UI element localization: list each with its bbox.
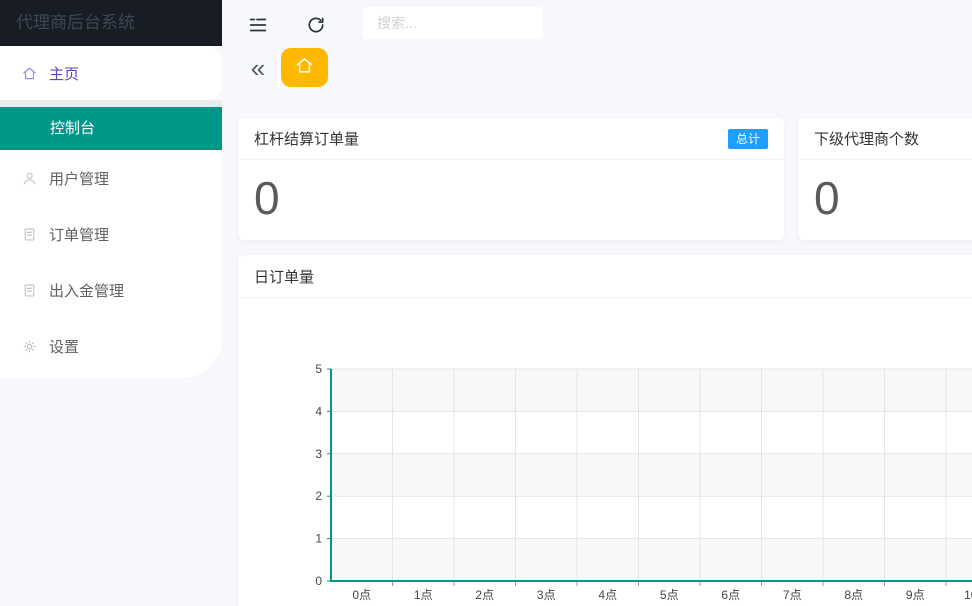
search-input[interactable] bbox=[363, 7, 543, 39]
svg-text:5: 5 bbox=[315, 362, 322, 376]
stat-card-leverage-orders: 杠杆结算订单量 总计 0 bbox=[238, 118, 784, 240]
svg-text:5点: 5点 bbox=[660, 588, 679, 602]
svg-text:0点: 0点 bbox=[352, 588, 371, 602]
sidebar-item-label: 主页 bbox=[49, 65, 80, 83]
sidebar-item-users[interactable]: 用户管理 bbox=[0, 150, 222, 206]
daily-orders-card: 日订单量 0 1 2 3 4 5 0点 1点 2点 3点 4点 5点 6点 7点 8点 9点 10点 bbox=[238, 255, 972, 606]
daily-orders-chart: 0 1 2 3 4 5 0点 1点 2点 3点 4点 5点 6点 7点 8点 9点 10点 bbox=[315, 362, 972, 602]
refresh-icon[interactable] bbox=[304, 13, 328, 37]
card-header: 杠杆结算订单量 总计 bbox=[238, 118, 784, 160]
home-icon bbox=[294, 55, 315, 81]
svg-text:4点: 4点 bbox=[598, 588, 617, 602]
chart-title: 日订单量 bbox=[254, 268, 315, 286]
svg-text:8点: 8点 bbox=[844, 588, 863, 602]
svg-text:2点: 2点 bbox=[475, 588, 494, 602]
card-value: 0 bbox=[254, 172, 280, 224]
svg-text:0: 0 bbox=[315, 574, 322, 588]
sidebar-item-label: 控制台 bbox=[50, 120, 96, 137]
svg-text:10点: 10点 bbox=[964, 588, 972, 602]
sidebar-item-settings[interactable]: 设置 bbox=[0, 318, 222, 374]
sidebar-separator bbox=[0, 100, 222, 107]
home-tab-button[interactable] bbox=[281, 48, 328, 87]
svg-text:2: 2 bbox=[315, 489, 322, 503]
sidebar-item-home[interactable]: 主页 bbox=[0, 46, 222, 100]
svg-text:6点: 6点 bbox=[721, 588, 740, 602]
sidebar-item-orders[interactable]: 订单管理 bbox=[0, 206, 222, 262]
sidebar-menu-card: 控制台 用户管理 订单管理 出入金管理 设置 bbox=[0, 107, 222, 378]
collapse-tabs-icon[interactable]: « bbox=[243, 51, 273, 85]
tabbar-separator bbox=[278, 48, 280, 88]
document-icon bbox=[21, 282, 38, 299]
screen: 代理商后台系统 主页 控制台 用户管理 订单管理 出入金管理 设置 搜索... … bbox=[0, 0, 972, 606]
stat-card-sub-agents: 下级代理商个数 0 bbox=[798, 118, 972, 240]
total-badge: 总计 bbox=[727, 128, 768, 149]
svg-text:7点: 7点 bbox=[783, 588, 802, 602]
user-icon bbox=[21, 170, 38, 187]
sidebar-home-card: 主页 bbox=[0, 46, 222, 100]
collapse-menu-icon[interactable] bbox=[246, 13, 270, 37]
home-icon bbox=[21, 65, 38, 82]
card-header: 下级代理商个数 bbox=[798, 118, 972, 160]
sidebar-item-label: 出入金管理 bbox=[49, 282, 125, 300]
card-title: 下级代理商个数 bbox=[814, 131, 920, 148]
sidebar-item-label: 设置 bbox=[49, 338, 80, 356]
svg-text:1: 1 bbox=[315, 532, 322, 546]
chart-header: 日订单量 bbox=[238, 255, 972, 298]
svg-text:1点: 1点 bbox=[414, 588, 433, 602]
svg-text:3点: 3点 bbox=[537, 588, 556, 602]
sidebar-item-label: 用户管理 bbox=[49, 170, 110, 188]
gear-icon bbox=[21, 338, 38, 355]
card-title: 杠杆结算订单量 bbox=[254, 131, 360, 148]
app-title: 代理商后台系统 bbox=[0, 0, 222, 46]
sidebar-item-funds[interactable]: 出入金管理 bbox=[0, 262, 222, 318]
document-icon bbox=[21, 226, 38, 243]
card-value: 0 bbox=[814, 172, 840, 224]
sidebar-item-console[interactable]: 控制台 bbox=[0, 107, 222, 150]
sidebar-item-label: 订单管理 bbox=[49, 226, 110, 244]
svg-text:9点: 9点 bbox=[906, 588, 925, 602]
svg-text:4: 4 bbox=[315, 404, 322, 418]
svg-text:3: 3 bbox=[315, 447, 322, 461]
